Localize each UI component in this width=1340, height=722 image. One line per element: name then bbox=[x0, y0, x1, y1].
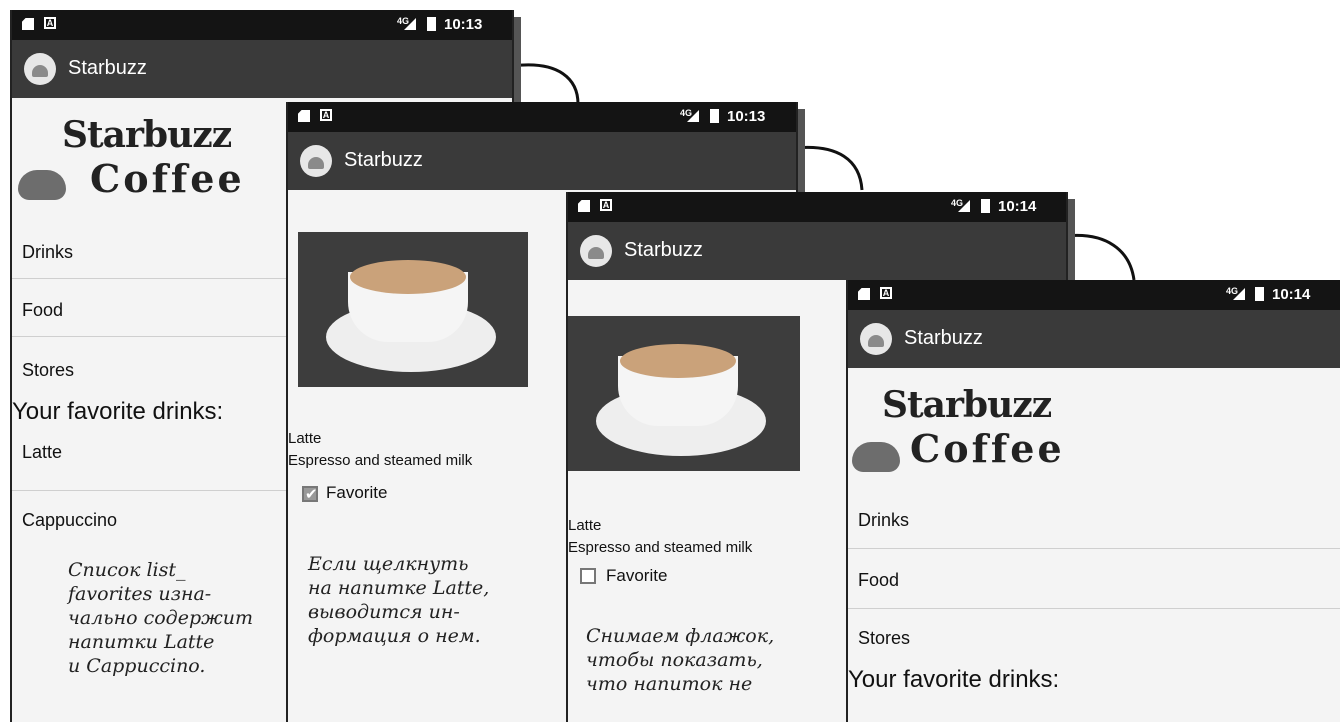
drink-name: Latte bbox=[568, 517, 602, 534]
menu-item-food[interactable]: Food bbox=[22, 300, 63, 321]
teapot-icon bbox=[18, 170, 66, 200]
app-title: Starbuzz bbox=[344, 149, 423, 171]
annotation-uncheck: Снимаем флажок, чтобы показать, что напи… bbox=[586, 625, 775, 695]
favorites-heading: Your favorite drinks: bbox=[12, 398, 224, 425]
app-title: Starbuzz bbox=[904, 327, 983, 349]
status-bar: A 4G 10:14 bbox=[848, 280, 1340, 310]
app-title: Starbuzz bbox=[624, 239, 703, 261]
app-bar: Starbuzz bbox=[568, 222, 1066, 280]
menu-item-drinks[interactable]: Drinks bbox=[858, 510, 909, 531]
battery-icon bbox=[710, 109, 719, 123]
sd-card-icon bbox=[22, 18, 34, 30]
divider bbox=[848, 608, 1340, 609]
drink-description: Espresso and steamed milk bbox=[288, 452, 473, 469]
favorite-item-cappuccino[interactable]: Cappuccino bbox=[22, 510, 117, 531]
status-bar: A 4G 10:13 bbox=[12, 10, 512, 40]
status-time: 10:13 bbox=[727, 108, 766, 125]
drink-photo bbox=[568, 316, 800, 471]
notification-a-icon: A bbox=[880, 287, 892, 299]
battery-icon bbox=[1255, 287, 1264, 301]
app-bar: Starbuzz bbox=[288, 132, 796, 190]
app-logo-icon bbox=[580, 235, 612, 267]
favorite-label: Favorite bbox=[326, 483, 388, 502]
sd-card-icon bbox=[578, 200, 590, 212]
annotation-favorites-list: Список list_ favorites изна- чально соде… bbox=[68, 559, 253, 677]
signal-icon bbox=[687, 110, 699, 122]
notification-a-icon: A bbox=[320, 109, 332, 121]
phone-screen-main-updated: A 4G 10:14 Starbuzz Starbuzz Coffee Drin… bbox=[846, 280, 1340, 722]
menu-item-food[interactable]: Food bbox=[858, 570, 899, 591]
status-time: 10:14 bbox=[1272, 286, 1311, 303]
brand-logo: Starbuzz Coffee bbox=[882, 384, 1065, 471]
status-bar: A 4G 10:14 bbox=[568, 192, 1066, 222]
drink-name: Latte bbox=[288, 430, 322, 447]
status-time: 10:14 bbox=[998, 198, 1037, 215]
annotation-click-latte: Если щелкнуть на напитке Latte, выводитс… bbox=[308, 553, 490, 647]
signal-icon bbox=[1233, 288, 1245, 300]
menu-item-drinks[interactable]: Drinks bbox=[22, 242, 73, 263]
battery-icon bbox=[427, 17, 436, 31]
status-bar: A 4G 10:13 bbox=[288, 102, 796, 132]
drink-description: Espresso and steamed milk bbox=[568, 539, 753, 556]
sd-card-icon bbox=[298, 110, 310, 122]
favorite-checkbox[interactable] bbox=[302, 485, 318, 503]
app-bar: Starbuzz bbox=[12, 40, 512, 98]
menu-item-stores[interactable]: Stores bbox=[22, 360, 74, 381]
signal-icon bbox=[404, 18, 416, 30]
signal-icon bbox=[958, 200, 970, 212]
notification-a-icon: A bbox=[44, 17, 56, 29]
status-time: 10:13 bbox=[444, 16, 483, 33]
sd-card-icon bbox=[858, 288, 870, 300]
battery-icon bbox=[981, 199, 990, 213]
favorite-checkbox[interactable] bbox=[580, 568, 596, 584]
app-bar: Starbuzz bbox=[848, 310, 1340, 368]
app-logo-icon bbox=[24, 53, 56, 85]
menu-item-stores[interactable]: Stores bbox=[858, 628, 910, 649]
app-logo-icon bbox=[860, 323, 892, 355]
favorite-label: Favorite bbox=[606, 566, 668, 585]
teapot-icon bbox=[852, 442, 900, 472]
app-title: Starbuzz bbox=[68, 57, 147, 79]
drink-photo bbox=[298, 232, 528, 387]
brand-logo: Starbuzz Coffee bbox=[62, 114, 245, 201]
favorites-heading: Your favorite drinks: bbox=[848, 666, 1060, 693]
app-logo-icon bbox=[300, 145, 332, 177]
notification-a-icon: A bbox=[600, 199, 612, 211]
favorite-item-latte[interactable]: Latte bbox=[22, 442, 62, 463]
divider bbox=[848, 548, 1340, 549]
